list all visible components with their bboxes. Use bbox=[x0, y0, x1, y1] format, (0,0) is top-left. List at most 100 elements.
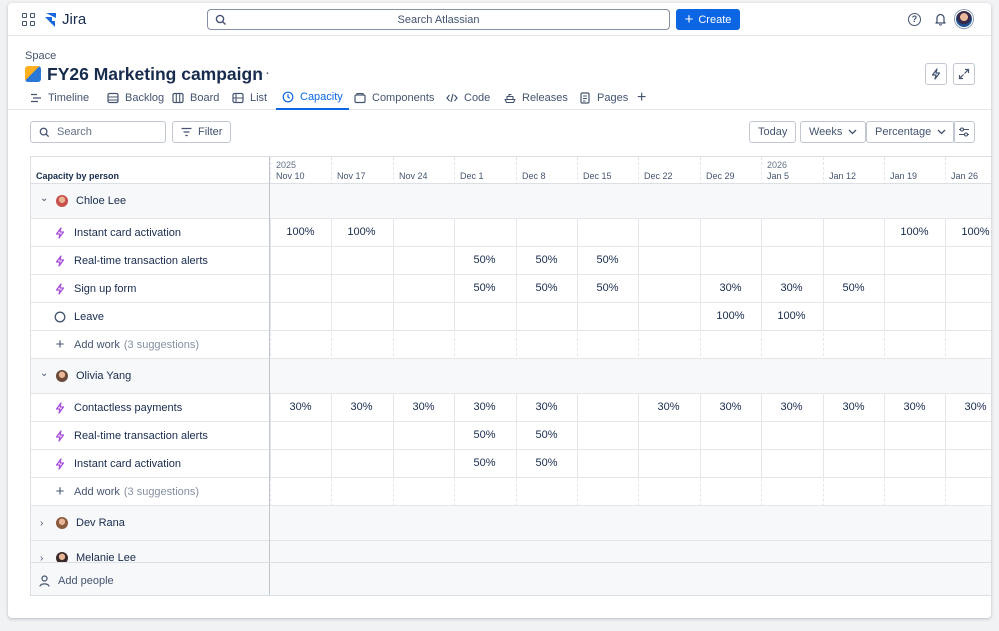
timescale-select[interactable]: Weeks bbox=[800, 121, 867, 143]
allocation-cell[interactable]: 30% bbox=[700, 282, 761, 294]
work-item-row[interactable]: Real-time transaction alerts bbox=[31, 422, 269, 450]
allocation-cell[interactable]: 50% bbox=[454, 429, 515, 441]
allocation-cell[interactable]: 50% bbox=[516, 457, 577, 469]
allocation-cell[interactable]: 100% bbox=[884, 226, 945, 238]
fullscreen-button[interactable] bbox=[953, 63, 975, 85]
allocation-cell[interactable]: 30% bbox=[700, 401, 761, 413]
cell-divider bbox=[638, 219, 639, 246]
chevron-right-icon[interactable]: › bbox=[40, 518, 50, 529]
tab-capacity[interactable]: Capacity bbox=[276, 85, 349, 110]
tab-backlog[interactable]: Backlog bbox=[107, 85, 164, 110]
create-button[interactable]: + Create bbox=[676, 9, 740, 30]
person-row[interactable]: › Dev Rana bbox=[31, 506, 269, 541]
tab-releases[interactable]: Releases bbox=[504, 85, 568, 110]
allocation-cell[interactable]: 30% bbox=[945, 401, 991, 413]
units-select[interactable]: Percentage bbox=[866, 121, 956, 143]
people-column-header: Capacity by person bbox=[31, 157, 269, 184]
allocation-cell[interactable]: 30% bbox=[516, 401, 577, 413]
more-actions-icon[interactable]: ··· bbox=[253, 64, 271, 81]
allocation-cell[interactable]: 30% bbox=[823, 401, 884, 413]
person-row[interactable]: ⌄ Chloe Lee bbox=[31, 184, 269, 219]
add-work-button[interactable]: + Add work (3 suggestions) bbox=[31, 331, 269, 359]
allocation-cell[interactable]: 30% bbox=[638, 401, 699, 413]
cell-divider bbox=[638, 422, 639, 449]
allocation-cell[interactable]: 50% bbox=[454, 457, 515, 469]
allocation-cell[interactable]: 50% bbox=[516, 429, 577, 441]
chevron-down-icon[interactable]: ⌄ bbox=[40, 368, 50, 379]
add-work-timeline-row bbox=[270, 331, 991, 359]
app-switcher-icon[interactable] bbox=[22, 13, 35, 26]
chevron-down-icon[interactable]: ⌄ bbox=[40, 193, 50, 204]
add-work-button[interactable]: + Add work (3 suggestions) bbox=[31, 478, 269, 506]
person-capacity-row bbox=[270, 359, 991, 394]
plus-icon: + bbox=[55, 483, 65, 500]
work-item-row[interactable]: Leave bbox=[31, 303, 269, 331]
units-select-value: Percentage bbox=[875, 126, 932, 138]
allocation-cell[interactable]: 50% bbox=[454, 254, 515, 266]
allocation-cell[interactable]: 30% bbox=[270, 401, 331, 413]
allocation-cell[interactable]: 100% bbox=[331, 226, 392, 238]
global-search-input[interactable]: Search Atlassian bbox=[207, 9, 670, 30]
notifications-bell-icon[interactable] bbox=[934, 12, 947, 26]
person-avatar bbox=[56, 517, 68, 529]
tab-board[interactable]: Board bbox=[172, 85, 219, 110]
work-item-row[interactable]: Sign up form bbox=[31, 275, 269, 303]
person-row[interactable]: ⌄ Olivia Yang bbox=[31, 359, 269, 394]
add-tab-plus-icon[interactable]: + bbox=[637, 85, 646, 110]
components-icon bbox=[354, 92, 366, 103]
allocation-cell[interactable]: 30% bbox=[393, 401, 454, 413]
cell-divider bbox=[270, 247, 271, 274]
allocation-cell[interactable]: 100% bbox=[761, 310, 822, 322]
week-label: Nov 10 bbox=[276, 171, 305, 181]
work-item-row[interactable]: Instant card activation bbox=[31, 219, 269, 247]
filter-button[interactable]: Filter bbox=[172, 121, 232, 143]
tab-pages[interactable]: Pages bbox=[579, 85, 628, 110]
create-button-label: Create bbox=[698, 13, 732, 26]
allocation-cell[interactable]: 30% bbox=[331, 401, 392, 413]
week-label: Dec 8 bbox=[522, 171, 546, 181]
allocation-cell[interactable]: 50% bbox=[577, 254, 638, 266]
week-label: Jan 26 bbox=[951, 171, 979, 181]
jira-logo[interactable]: Jira bbox=[44, 11, 86, 28]
work-item-row[interactable]: Contactless payments bbox=[31, 394, 269, 422]
capacity-search-input[interactable]: Search bbox=[30, 121, 166, 143]
allocation-cell[interactable]: 30% bbox=[454, 401, 515, 413]
work-item-row[interactable]: Real-time transaction alerts bbox=[31, 247, 269, 275]
cell-divider bbox=[516, 303, 517, 330]
cell-divider bbox=[270, 422, 271, 449]
allocation-cell[interactable]: 50% bbox=[577, 282, 638, 294]
capacity-timeline: Nov 10 Nov 17 Nov 24 Dec 1 Dec 8 Dec 15 Dec 22… bbox=[270, 157, 991, 595]
cell-divider bbox=[270, 275, 271, 302]
tab-timeline[interactable]: Timeline bbox=[30, 85, 89, 110]
clock-icon bbox=[282, 91, 294, 102]
help-icon[interactable]: ? bbox=[908, 13, 921, 26]
cell-divider bbox=[331, 303, 332, 330]
work-item-row[interactable]: Instant card activation bbox=[31, 450, 269, 478]
allocation-cell[interactable]: 50% bbox=[516, 282, 577, 294]
allocation-cell[interactable]: 30% bbox=[761, 401, 822, 413]
tab-components[interactable]: Components bbox=[354, 85, 434, 110]
tab-code[interactable]: Code bbox=[446, 85, 490, 110]
allocation-cell[interactable]: 30% bbox=[761, 282, 822, 294]
today-button[interactable]: Today bbox=[749, 121, 797, 143]
work-item-label: Instant card activation bbox=[74, 457, 182, 470]
cell-divider bbox=[945, 275, 946, 302]
week-label: Dec 1 bbox=[460, 171, 484, 181]
allocation-cell[interactable]: 30% bbox=[884, 401, 945, 413]
allocation-cell[interactable]: 100% bbox=[945, 226, 991, 238]
add-people-button[interactable]: Add people bbox=[31, 563, 270, 595]
allocation-cell[interactable]: 100% bbox=[270, 226, 331, 238]
allocation-cell[interactable]: 50% bbox=[516, 254, 577, 266]
week-label: Nov 17 bbox=[337, 171, 366, 181]
work-item-label: Leave bbox=[74, 310, 104, 323]
tab-list[interactable]: List bbox=[232, 85, 267, 110]
tab-label: Components bbox=[372, 91, 435, 104]
automation-button[interactable] bbox=[925, 63, 947, 85]
allocation-cell[interactable]: 100% bbox=[700, 310, 761, 322]
allocation-cell[interactable]: 50% bbox=[454, 282, 515, 294]
filter-button-label: Filter bbox=[198, 126, 223, 138]
cell-divider bbox=[331, 450, 332, 477]
allocation-cell[interactable]: 50% bbox=[823, 282, 884, 294]
user-avatar[interactable] bbox=[955, 10, 973, 28]
view-settings-button[interactable] bbox=[953, 121, 975, 143]
